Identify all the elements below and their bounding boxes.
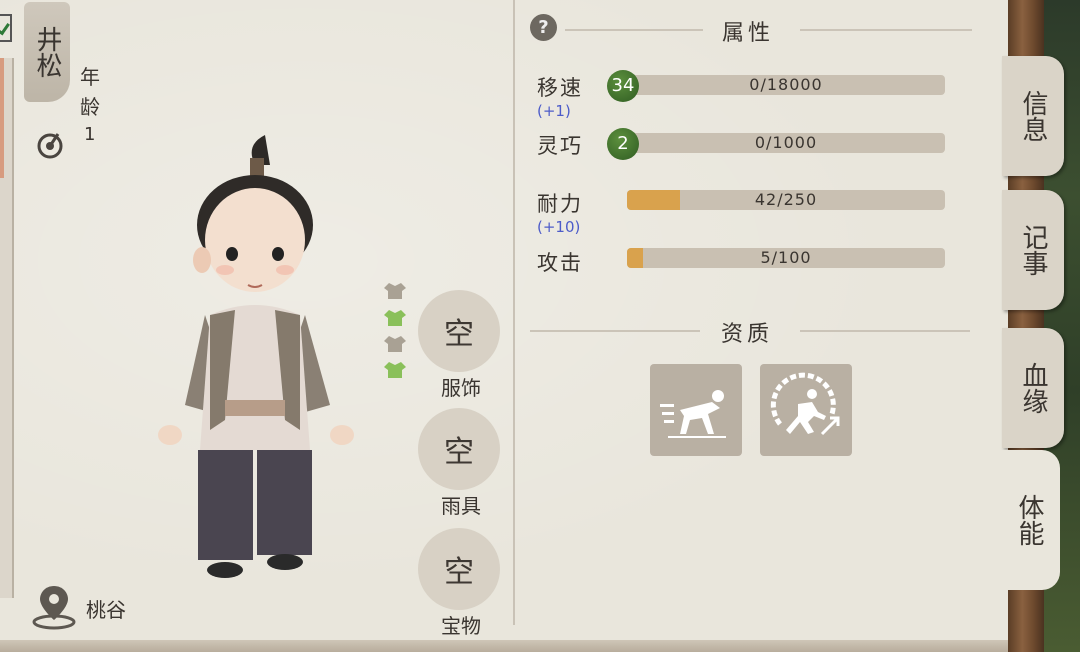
treasure-slot[interactable]: 空	[418, 528, 500, 610]
character-name: 井松	[32, 26, 62, 78]
section-line	[800, 29, 972, 31]
stat-label-speed: 移速	[537, 76, 583, 100]
tab-journal[interactable]: 记事	[1002, 190, 1064, 310]
character-panel: 井松 年龄 1 桃谷 空 服饰 空 雨具 空 宝物 ? 属性 移速 (+1) 3…	[0, 0, 1012, 652]
clothing-slot-label: 服饰	[441, 376, 481, 400]
shirt-tier-icon	[384, 283, 406, 299]
age-label: 年龄	[80, 65, 100, 119]
tab-physique-label: 体能	[1014, 494, 1044, 546]
paper-edge	[0, 640, 1012, 652]
tab-journal-label: 记事	[1018, 224, 1048, 276]
stat-bonus-speed: (+1)	[537, 102, 571, 120]
stat-bonus-stamina: (+10)	[537, 218, 581, 236]
stat-bar-speed: 0/18000	[627, 75, 945, 95]
character-portrait	[158, 135, 354, 578]
clothing-slot[interactable]: 空	[418, 290, 500, 372]
age-swirl-icon	[37, 133, 63, 159]
location-pin-icon	[32, 586, 76, 630]
sprint-start-icon	[660, 390, 726, 438]
stat-value-attack: 5/100	[760, 248, 812, 267]
clothing-slot-value: 空	[444, 317, 474, 352]
section-line	[565, 29, 703, 31]
level-badge-dexterity: 2	[607, 128, 639, 160]
panel-divider	[513, 0, 515, 625]
treasure-slot-label: 宝物	[441, 614, 481, 638]
trait-sprint-start[interactable]	[650, 364, 742, 456]
tab-info-label: 信息	[1018, 90, 1048, 142]
tab-physique[interactable]: 体能	[998, 450, 1060, 590]
left-scroll-strip[interactable]	[0, 58, 14, 598]
stat-bar-attack: 5/100	[627, 248, 945, 268]
tab-bloodline[interactable]: 血缘	[1002, 328, 1064, 448]
stat-label-dexterity: 灵巧	[537, 134, 583, 158]
tab-bloodline-label: 血缘	[1018, 362, 1048, 414]
raingear-slot[interactable]: 空	[418, 408, 500, 490]
shirt-tier-icon	[384, 336, 406, 352]
stat-label-attack: 攻击	[537, 251, 583, 275]
age-value: 1	[84, 124, 96, 145]
shirt-tier-icon	[384, 310, 406, 326]
raingear-slot-label: 雨具	[441, 494, 481, 518]
select-checkbox[interactable]	[0, 14, 12, 42]
level-badge-speed: 34	[607, 70, 639, 102]
character-name-tag: 井松	[24, 2, 70, 102]
attributes-title: 属性	[722, 21, 775, 46]
stat-value-dexterity: 0/1000	[754, 133, 818, 152]
help-button[interactable]: ?	[530, 14, 557, 41]
shirt-tier-icon	[384, 362, 406, 378]
stat-value-speed: 0/18000	[749, 75, 823, 94]
stat-bar-dexterity: 0/1000	[627, 133, 945, 153]
aptitude-title: 资质	[721, 322, 774, 347]
stat-label-stamina: 耐力	[537, 192, 583, 216]
section-line	[800, 330, 970, 332]
speed-runner-icon	[770, 372, 840, 436]
treasure-slot-value: 空	[444, 555, 474, 590]
tab-info[interactable]: 信息	[1002, 56, 1064, 176]
stat-bar-stamina: 42/250	[627, 190, 945, 210]
trait-speed-runner[interactable]	[760, 364, 852, 456]
raingear-slot-value: 空	[444, 435, 474, 470]
location-name: 桃谷	[86, 598, 126, 622]
section-line	[530, 330, 700, 332]
stat-value-stamina: 42/250	[754, 190, 818, 209]
